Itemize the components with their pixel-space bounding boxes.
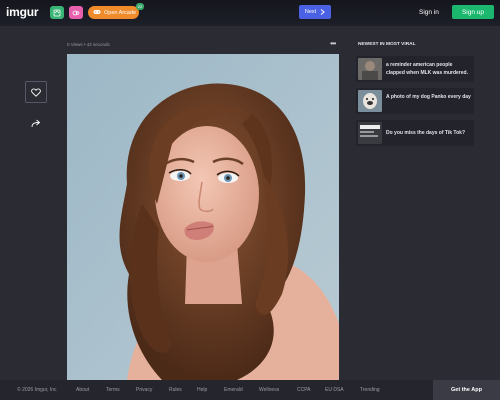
top-header: imgur Open Arcade 22 Next Sign in Sign u…: [0, 0, 500, 26]
arcade-label: Open Arcade: [104, 9, 137, 16]
upload-button[interactable]: [50, 6, 64, 19]
next-label: Next: [304, 9, 317, 15]
footer-link-ccpa[interactable]: CCPA: [297, 387, 311, 393]
viral-thumbnail: [358, 58, 382, 80]
footer-link-about[interactable]: About: [76, 387, 89, 393]
gallery-icon: [72, 10, 80, 15]
viral-post-title: a reminder american people clapped when …: [386, 62, 468, 76]
viral-post-title: A photo of my dog Panko every day: [386, 94, 471, 100]
post-image[interactable]: [67, 54, 339, 380]
viral-post-item[interactable]: Do you miss the days of Tik Tok?: [356, 120, 474, 146]
share-button[interactable]: [29, 116, 43, 130]
footer-link-rules[interactable]: Rules: [169, 387, 182, 393]
arcade-badge: 22: [136, 3, 144, 10]
share-icon: [31, 119, 41, 127]
footer-link-help[interactable]: Help: [197, 387, 207, 393]
footer-link-terms[interactable]: Terms: [106, 387, 120, 393]
signin-link[interactable]: Sign in: [419, 9, 439, 16]
gallery-button[interactable]: [69, 6, 83, 19]
viral-thumbnail: [358, 90, 382, 112]
gamepad-icon: [93, 9, 101, 17]
more-icon[interactable]: •••: [330, 39, 336, 48]
favorite-button[interactable]: [25, 81, 47, 103]
footer-link-trending[interactable]: Trending: [360, 387, 380, 393]
footer-link-privacy[interactable]: Privacy: [136, 387, 152, 393]
viral-post-title: Do you miss the days of Tik Tok?: [386, 130, 465, 136]
footer: © 2026 Imgur, Inc About Terms Privacy Ru…: [0, 380, 500, 400]
footer-link-wellness[interactable]: Wellness: [259, 387, 279, 393]
post-meta: 0 Views • 42 seconds: [67, 42, 110, 47]
next-button[interactable]: Next: [299, 5, 331, 19]
signup-button[interactable]: Sign up: [452, 5, 494, 19]
footer-link-eu-dsa[interactable]: EU DSA: [325, 387, 344, 393]
footer-copyright: © 2026 Imgur, Inc: [17, 387, 57, 393]
sidebar-title: NEWEST IN MOST VIRAL: [358, 42, 416, 47]
viral-post-item[interactable]: A photo of my dog Panko every day: [356, 88, 474, 114]
heart-icon: [31, 87, 41, 97]
viral-post-item[interactable]: a reminder american people clapped when …: [356, 56, 474, 82]
imgur-logo[interactable]: imgur: [6, 5, 39, 19]
chevron-right-icon: [320, 9, 325, 15]
open-arcade-button[interactable]: Open Arcade: [88, 6, 139, 19]
get-the-app-button[interactable]: Get the App: [433, 380, 500, 400]
footer-link-emerald[interactable]: Emerald: [224, 387, 243, 393]
upload-icon: [53, 9, 61, 16]
viral-thumbnail: [358, 122, 382, 144]
